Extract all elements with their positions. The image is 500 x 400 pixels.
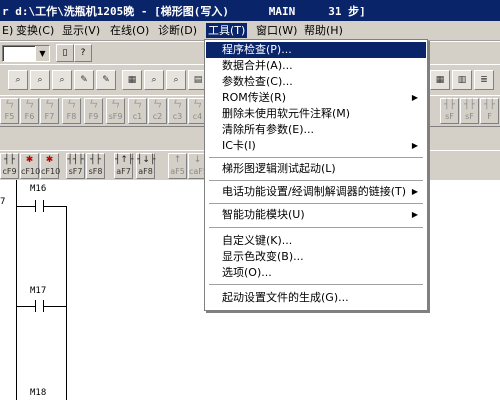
key-sf7[interactable]: ┤┤├ sF7 bbox=[66, 153, 85, 179]
key-cf9[interactable]: ┤├ cF9 bbox=[0, 153, 19, 179]
menu-item-delete-unused-comments[interactable]: 删除未使用软元件注释(M) bbox=[206, 106, 426, 122]
submenu-arrow-icon: ▶ bbox=[411, 210, 418, 219]
window-title: r d:\工作\洗瓶机1205晚 - [梯形图(写入) MAIN 31 步] bbox=[2, 5, 366, 18]
menu-separator bbox=[209, 157, 423, 158]
tools-dropdown-menu: 程序检查(P)... 数据合并(A)... 参数检查(C)... ROM传送(R… bbox=[204, 39, 428, 311]
submenu-arrow-icon: ▶ bbox=[411, 141, 418, 150]
key-special-1[interactable]: ┤├ sF bbox=[440, 98, 459, 124]
key-special-3[interactable]: ┤├ F bbox=[480, 98, 499, 124]
key-f8[interactable]: ㄣ F8 bbox=[62, 98, 81, 124]
find-icon[interactable]: ⌕ bbox=[144, 70, 164, 90]
submenu-arrow-icon: ▶ bbox=[411, 93, 418, 102]
grid-icon[interactable]: ▦ bbox=[430, 70, 450, 90]
key-af5[interactable]: ↑ aF5 bbox=[168, 153, 187, 179]
menu-bar: E) 变换(C) 显示(V) 在线(O) 诊断(D) 工具(T) 窗口(W) 帮… bbox=[0, 21, 500, 41]
menu-item-ic-card[interactable]: IC卡(I) ▶ bbox=[206, 138, 426, 154]
chevron-down-icon[interactable]: ▼ bbox=[35, 46, 49, 61]
list-icon[interactable]: ≣ bbox=[474, 70, 494, 90]
menu-online[interactable]: 在线(O) bbox=[108, 23, 151, 38]
menu-item-options[interactable]: 选项(O)... bbox=[206, 265, 426, 281]
search-device-icon[interactable]: ⌕ bbox=[30, 70, 50, 90]
key-c1[interactable]: ㄣ c1 bbox=[128, 98, 147, 124]
search-instruction-icon[interactable]: ⌕ bbox=[52, 70, 72, 90]
key-cf10-b[interactable]: ✱ cF10 bbox=[40, 153, 60, 179]
key-c2[interactable]: ㄣ c2 bbox=[148, 98, 167, 124]
edit-icon[interactable]: ✎ bbox=[96, 70, 116, 90]
program-select[interactable]: ▼ bbox=[2, 45, 50, 62]
menu-item-data-merge[interactable]: 数据合并(A)... bbox=[206, 58, 426, 74]
key-special-2[interactable]: ┤├ sF bbox=[460, 98, 479, 124]
write-icon[interactable]: ✎ bbox=[74, 70, 94, 90]
menu-edit[interactable]: E) bbox=[0, 23, 15, 38]
zoom-icon[interactable]: ⌕ bbox=[8, 70, 28, 90]
menu-item-program-check[interactable]: 程序检查(P)... bbox=[206, 42, 426, 58]
title-bar: r d:\工作\洗瓶机1205晚 - [梯形图(写入) MAIN 31 步] bbox=[0, 0, 500, 21]
new-document-icon[interactable]: ▯ bbox=[56, 44, 74, 62]
menu-item-ladder-logic-test[interactable]: 梯形图逻辑测试起动(L) bbox=[206, 161, 426, 177]
menu-item-phone-modem-link[interactable]: 电话功能设置/经调制解调器的链接(T) ▶ bbox=[206, 184, 426, 200]
menu-item-parameter-check[interactable]: 参数检查(C)... bbox=[206, 74, 426, 90]
key-cf10-a[interactable]: ✱ cF10 bbox=[20, 153, 40, 179]
key-f5[interactable]: ㄣ F5 bbox=[0, 98, 19, 124]
key-af8[interactable]: ┤↓├ aF8 bbox=[136, 153, 155, 179]
menu-separator bbox=[209, 180, 423, 181]
step-number: 7 bbox=[0, 197, 6, 207]
menu-tools[interactable]: 工具(T) bbox=[206, 23, 248, 38]
key-c3[interactable]: ㄣ c3 bbox=[168, 98, 187, 124]
help-pointer-icon[interactable]: ? bbox=[74, 44, 92, 62]
menu-separator bbox=[209, 203, 423, 204]
contact-label-m17: M17 bbox=[30, 286, 47, 296]
menu-item-custom-keys[interactable]: 自定义键(K)... bbox=[206, 233, 426, 249]
menu-item-intelligent-module[interactable]: 智能功能模块(U) ▶ bbox=[206, 207, 426, 223]
left-power-rail bbox=[16, 180, 17, 400]
key-sf8[interactable]: ┤├ sF8 bbox=[86, 153, 105, 179]
contact-label-m18: M18 bbox=[30, 388, 47, 398]
contact-m17[interactable] bbox=[17, 300, 67, 312]
key-f7[interactable]: ㄣ F7 bbox=[40, 98, 59, 124]
menu-help[interactable]: 帮助(H) bbox=[302, 23, 345, 38]
menu-separator bbox=[209, 227, 423, 228]
find-next-icon[interactable]: ⌕ bbox=[166, 70, 186, 90]
key-f9[interactable]: ㄣ F9 bbox=[84, 98, 103, 124]
submenu-arrow-icon: ▶ bbox=[411, 187, 418, 196]
menu-window[interactable]: 窗口(W) bbox=[254, 23, 299, 38]
menu-diagnostics[interactable]: 诊断(D) bbox=[156, 23, 199, 38]
key-f6[interactable]: ㄣ F6 bbox=[20, 98, 39, 124]
menu-item-startup-file[interactable]: 起动设置文件的生成(G)... bbox=[206, 290, 426, 306]
menu-separator bbox=[209, 284, 423, 285]
menu-convert[interactable]: 变换(C) bbox=[14, 23, 56, 38]
menu-item-display-color[interactable]: 显示色改变(B)... bbox=[206, 249, 426, 265]
table-icon[interactable]: ▥ bbox=[452, 70, 472, 90]
contact-label-m16: M16 bbox=[30, 184, 47, 194]
monitor-icon[interactable]: ▦ bbox=[122, 70, 142, 90]
menu-item-clear-parameters[interactable]: 清除所有参数(E)... bbox=[206, 122, 426, 138]
menu-view[interactable]: 显示(V) bbox=[60, 23, 102, 38]
key-af7[interactable]: ┤↑├ aF7 bbox=[114, 153, 133, 179]
contact-m16[interactable] bbox=[17, 200, 67, 212]
menu-item-rom-transfer[interactable]: ROM传送(R) ▶ bbox=[206, 90, 426, 106]
key-sf9[interactable]: ㄣ sF9 bbox=[106, 98, 125, 124]
